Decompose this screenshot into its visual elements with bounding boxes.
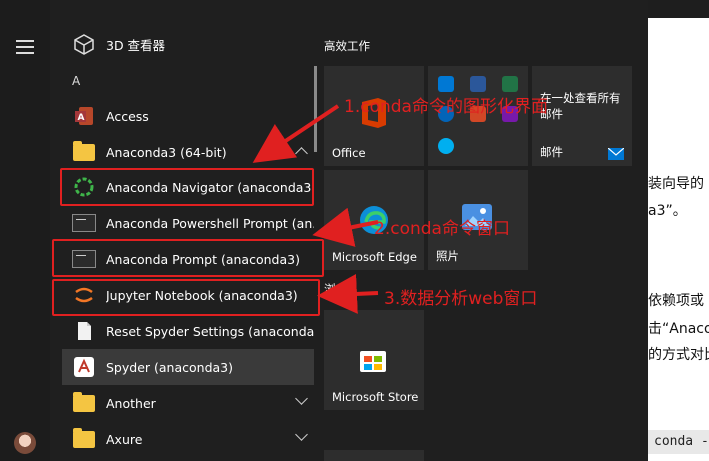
arrow-3 xyxy=(317,273,379,314)
annotation-3: 3.数据分析web窗口 xyxy=(384,289,538,309)
arrow-2 xyxy=(312,207,379,247)
annotation-arrows xyxy=(252,104,379,314)
arrow-1 xyxy=(252,104,340,163)
annotation-1: 1.conda命令的图形化界面 xyxy=(344,97,548,117)
annotation-2: 2.conda命令窗口 xyxy=(374,219,510,239)
